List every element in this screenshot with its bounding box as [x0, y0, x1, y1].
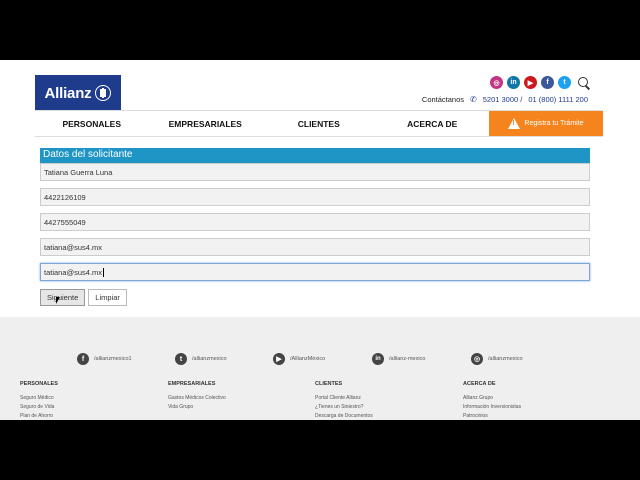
limpiar-button[interactable]: Limpiar: [88, 289, 127, 306]
site-header: Allianz ◎ in ▶ f t Contáctanos ✆ 5201 30…: [0, 60, 640, 137]
phone-field[interactable]: 4422126109: [40, 188, 590, 206]
linkedin-icon: in: [372, 353, 384, 365]
contact-label: Contáctanos: [421, 95, 465, 104]
name-field[interactable]: Tatiana Guerra Luna: [40, 163, 590, 181]
footer-col-acerca-de: ACERCA DE Allianz Grupo Información Inve…: [463, 381, 521, 420]
footer-link[interactable]: Allianz Grupo: [463, 395, 521, 401]
footer-col-personales: PERSONALES Seguro Médico Seguro de Vida …: [20, 381, 58, 420]
registra-tramite-button[interactable]: Registra tu Trámite: [489, 111, 603, 136]
footer-twitter[interactable]: t /allianzmexico: [175, 353, 227, 365]
twitter-icon[interactable]: t: [558, 76, 571, 89]
footer-col-clientes: CLIENTES Portal Cliente Allianz ¿Tienes …: [315, 381, 373, 420]
email-confirm-value: tatiana@sus4.mx: [44, 267, 103, 277]
mouse-cursor-icon: [56, 297, 60, 304]
header-social-links: ◎ in ▶ f t: [490, 76, 590, 89]
footer-link[interactable]: Vida Grupo: [168, 404, 226, 410]
warning-icon: [508, 118, 521, 129]
nav-personales[interactable]: PERSONALES: [35, 111, 149, 136]
site-footer: f /allianzmexico1 t /allianzmexico ▶ /Al…: [0, 317, 640, 420]
allianz-logo[interactable]: Allianz: [35, 75, 121, 111]
youtube-icon[interactable]: ▶: [524, 76, 537, 89]
footer-link[interactable]: Patrocinios: [463, 413, 521, 419]
applicant-form: Datos del solicitante Tatiana Guerra Lun…: [40, 148, 590, 281]
footer-facebook[interactable]: f /allianzmexico1: [77, 353, 132, 365]
instagram-handle: /allianzmexico: [488, 356, 523, 362]
form-actions: Siguiente Limpiar: [40, 289, 127, 306]
phone-number-2[interactable]: 01 (800) 1111 200: [528, 95, 588, 104]
cta-label: Registra tu Trámite: [524, 120, 584, 127]
linkedin-handle: /allianz-mexico: [389, 356, 426, 362]
footer-col-title: EMPRESARIALES: [168, 381, 216, 387]
footer-linkedin[interactable]: in /allianz-mexico: [372, 353, 425, 365]
facebook-icon: f: [77, 353, 89, 365]
main-nav: PERSONALES EMPRESARIALES CLIENTES ACERCA…: [35, 110, 603, 137]
footer-link[interactable]: Información Inversionistas: [463, 404, 521, 410]
mobile-field[interactable]: 4427555049: [40, 213, 590, 231]
footer-youtube[interactable]: ▶ /AllianzMéxico: [273, 353, 325, 365]
form-title: Datos del solicitante: [40, 148, 590, 163]
allianz-mark-icon: [95, 85, 112, 101]
footer-link[interactable]: Seguro de Vida: [20, 404, 58, 410]
twitter-icon: t: [175, 353, 187, 365]
instagram-icon: ◎: [471, 353, 483, 365]
contact-info: Contáctanos ✆ 5201 3000 / 01 (800) 1111 …: [422, 95, 588, 104]
nav-clientes[interactable]: CLIENTES: [262, 111, 376, 136]
browser-viewport: Allianz ◎ in ▶ f t Contáctanos ✆ 5201 30…: [0, 60, 640, 420]
facebook-handle: /allianzmexico1: [94, 356, 132, 362]
phone-icon: ✆: [470, 95, 477, 104]
footer-link[interactable]: Descarga de Documentos: [315, 413, 373, 419]
facebook-icon[interactable]: f: [541, 76, 554, 89]
footer-link[interactable]: Gastos Médicos Colectivo: [168, 395, 226, 401]
footer-link[interactable]: ¿Tienes un Siniestro?: [315, 404, 373, 410]
siguiente-label: Siguiente: [47, 293, 79, 302]
youtube-icon: ▶: [273, 353, 285, 365]
footer-link[interactable]: Portal Cliente Allianz: [315, 395, 373, 401]
footer-col-empresariales: EMPRESARIALES Gastos Médicos Colectivo V…: [168, 381, 226, 413]
text-caret: [103, 267, 105, 277]
footer-col-title: CLIENTES: [315, 381, 343, 387]
twitter-handle: /allianzmexico: [192, 356, 227, 362]
youtube-handle: /AllianzMéxico: [290, 356, 326, 362]
logo-text: Allianz: [44, 84, 92, 102]
nav-acerca-de[interactable]: ACERCA DE: [376, 111, 490, 136]
footer-col-title: PERSONALES: [20, 381, 58, 387]
search-icon[interactable]: [578, 76, 590, 89]
footer-instagram[interactable]: ◎ /allianzmexico: [471, 353, 523, 365]
footer-link[interactable]: Seguro Médico: [20, 395, 58, 401]
email-confirm-field[interactable]: tatiana@sus4.mx: [40, 263, 590, 281]
phone-number-1[interactable]: 5201 3000 /: [483, 95, 523, 104]
instagram-icon[interactable]: ◎: [490, 76, 503, 89]
footer-link[interactable]: Plan de Ahorro: [20, 413, 58, 419]
siguiente-button[interactable]: Siguiente: [40, 289, 86, 306]
linkedin-icon[interactable]: in: [507, 76, 520, 89]
footer-col-title: ACERCA DE: [463, 381, 496, 387]
email-field[interactable]: tatiana@sus4.mx: [40, 238, 590, 256]
nav-empresariales[interactable]: EMPRESARIALES: [149, 111, 263, 136]
